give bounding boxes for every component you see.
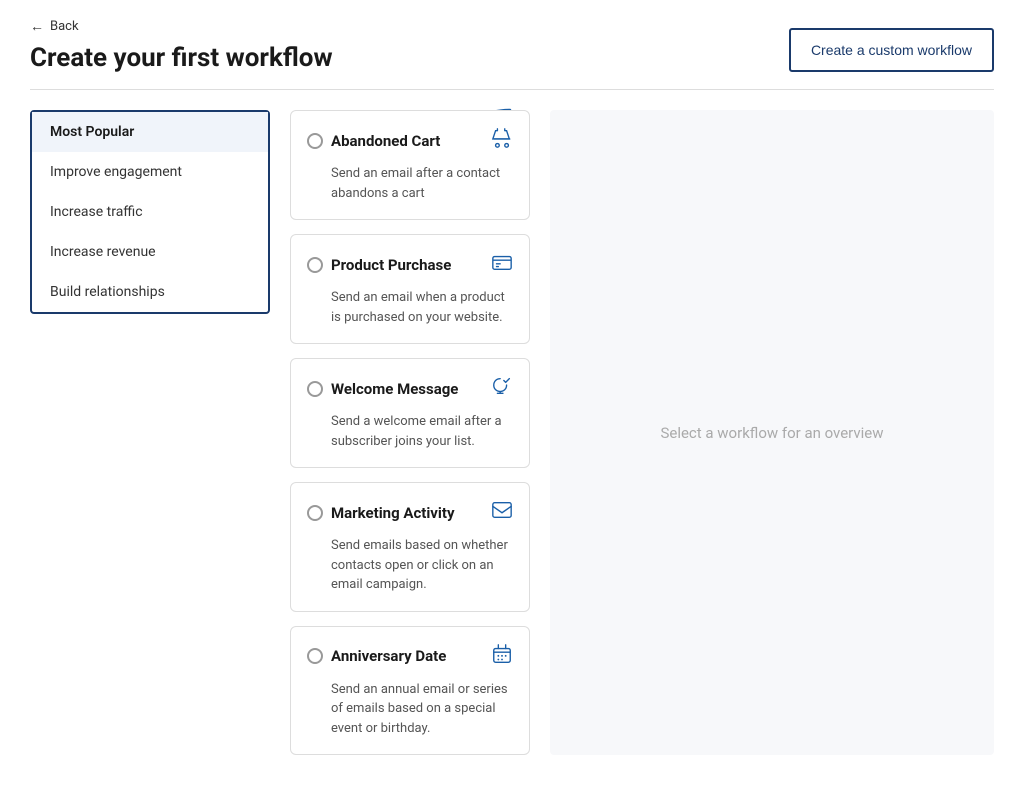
main-content: Most PopularImprove engagementIncrease t… bbox=[0, 90, 1024, 775]
card-title-marketing-activity: Marketing Activity bbox=[331, 504, 455, 522]
card-desc-abandoned-cart: Send an email after a contact abandons a… bbox=[307, 164, 513, 203]
page-title: Create your first workflow bbox=[30, 43, 789, 73]
back-label: Back bbox=[50, 19, 79, 34]
sidebar: Most PopularImprove engagementIncrease t… bbox=[30, 110, 270, 314]
workflow-card-marketing-activity[interactable]: Marketing Activity Send emails based on w… bbox=[290, 482, 530, 612]
sidebar-item-improve-engagement[interactable]: Improve engagement bbox=[32, 152, 268, 192]
card-header-abandoned-cart: Abandoned Cart bbox=[307, 127, 513, 154]
sidebar-item-increase-revenue[interactable]: Increase revenue bbox=[32, 232, 268, 272]
sidebar-item-most-popular[interactable]: Most Popular bbox=[32, 112, 268, 152]
overview-placeholder: Select a workflow for an overview bbox=[660, 424, 883, 442]
marketing-activity-icon bbox=[491, 499, 513, 526]
card-header-welcome-message: Welcome Message bbox=[307, 375, 513, 402]
radio-welcome-message[interactable] bbox=[307, 381, 323, 397]
workflow-card-abandoned-cart[interactable]: Abandoned Cart Send an email after a cont… bbox=[290, 110, 530, 220]
back-link[interactable]: ← Back bbox=[30, 18, 789, 35]
card-desc-marketing-activity: Send emails based on whether contacts op… bbox=[307, 536, 513, 595]
radio-marketing-activity[interactable] bbox=[307, 505, 323, 521]
radio-abandoned-cart[interactable] bbox=[307, 133, 323, 149]
sidebar-item-increase-traffic[interactable]: Increase traffic bbox=[32, 192, 268, 232]
card-header-product-purchase: Product Purchase bbox=[307, 251, 513, 278]
card-title-welcome-message: Welcome Message bbox=[331, 380, 458, 398]
workflow-card-product-purchase[interactable]: Product Purchase Send an email when a pro… bbox=[290, 234, 530, 344]
create-custom-workflow-button[interactable]: Create a custom workflow bbox=[789, 28, 994, 72]
sidebar-item-build-relationships[interactable]: Build relationships bbox=[32, 272, 268, 312]
card-desc-welcome-message: Send a welcome email after a subscriber … bbox=[307, 412, 513, 451]
card-title-product-purchase: Product Purchase bbox=[331, 256, 451, 274]
card-header-marketing-activity: Marketing Activity bbox=[307, 499, 513, 526]
page-header: ← Back Create your first workflow Create… bbox=[0, 0, 1024, 73]
workflow-card-anniversary-date[interactable]: Anniversary Date Send an annual email or … bbox=[290, 626, 530, 756]
radio-product-purchase[interactable] bbox=[307, 257, 323, 273]
card-title-abandoned-cart: Abandoned Cart bbox=[331, 132, 440, 150]
welcome-message-icon bbox=[491, 375, 513, 402]
card-desc-anniversary-date: Send an annual email or series of emails… bbox=[307, 680, 513, 739]
workflow-cards-list: Abandoned Cart Send an email after a cont… bbox=[290, 110, 530, 755]
back-arrow-icon: ← bbox=[30, 18, 44, 35]
card-title-anniversary-date: Anniversary Date bbox=[331, 647, 446, 665]
overview-panel: Select a workflow for an overview bbox=[550, 110, 994, 755]
workflow-card-welcome-message[interactable]: Welcome Message Send a welcome email afte… bbox=[290, 358, 530, 468]
card-header-anniversary-date: Anniversary Date bbox=[307, 643, 513, 670]
title-section: ← Back Create your first workflow bbox=[30, 18, 789, 73]
card-desc-product-purchase: Send an email when a product is purchase… bbox=[307, 288, 513, 327]
anniversary-date-icon bbox=[491, 643, 513, 670]
abandoned-cart-icon bbox=[491, 127, 513, 154]
product-purchase-icon bbox=[491, 251, 513, 278]
radio-anniversary-date[interactable] bbox=[307, 648, 323, 664]
